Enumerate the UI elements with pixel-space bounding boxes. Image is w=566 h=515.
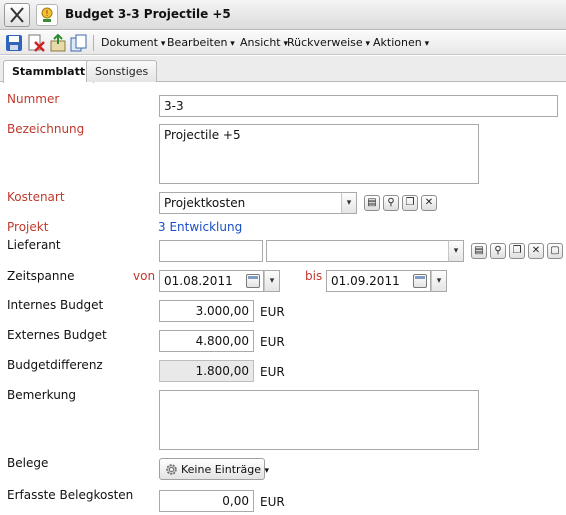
internes-budget-label: Internes Budget <box>7 298 104 312</box>
bezeichnung-textarea[interactable]: Projectile +5 <box>159 124 479 184</box>
budget-app-icon: ! <box>36 4 58 26</box>
title-bar: ! Budget 3-3 Projectile +5 <box>0 0 566 30</box>
menu-bearbeiten[interactable]: Bearbeiten <box>167 36 235 49</box>
open-record-icon[interactable]: ▤ <box>364 195 380 211</box>
bis-dropdown-button[interactable]: ▾ <box>431 270 447 292</box>
budgetdifferenz-field: 1.800,00 <box>159 360 254 382</box>
menu-ansicht[interactable]: Ansicht <box>240 36 288 49</box>
menu-dokument[interactable]: Dokument <box>101 36 165 49</box>
tab-sonstiges[interactable]: Sonstiges <box>86 60 158 82</box>
kostenart-select[interactable]: Projektkosten <box>159 192 342 214</box>
projekt-label: Projekt <box>7 220 49 234</box>
belege-button[interactable]: Keine Einträge <box>159 458 265 480</box>
toolbar: Dokument Bearbeiten Ansicht Rückverweise… <box>0 31 566 55</box>
externes-budget-input[interactable]: 4.800,00 <box>159 330 254 352</box>
erfasste-belegkosten-label: Erfasste Belegkosten <box>7 488 134 502</box>
close-icon <box>10 7 24 23</box>
lieferant-clear-icon[interactable]: ✕ <box>528 243 544 259</box>
internes-budget-input[interactable]: 3.000,00 <box>159 300 254 322</box>
erfasste-belegkosten-input[interactable]: 0,00 <box>159 490 254 512</box>
save-icon[interactable] <box>5 34 23 52</box>
projekt-link[interactable]: 3 Entwicklung <box>158 220 242 234</box>
externes-budget-unit: EUR <box>260 335 285 349</box>
lieferant-dropdown-button[interactable]: ▾ <box>448 240 464 262</box>
copy-record-icon[interactable]: ❐ <box>402 195 418 211</box>
lieferant-search-icon[interactable]: ⚲ <box>490 243 506 259</box>
lieferant-name-select[interactable] <box>266 240 449 262</box>
kostenart-label: Kostenart <box>7 190 65 204</box>
von-label: von <box>133 269 156 283</box>
search-icon[interactable]: ⚲ <box>383 195 399 211</box>
belege-label: Belege <box>7 456 49 470</box>
lieferant-number-input[interactable] <box>159 240 263 262</box>
tab-stammblatt[interactable]: Stammblatt <box>3 60 95 83</box>
kostenart-dropdown-button[interactable]: ▾ <box>341 192 357 214</box>
tab-bar: Stammblatt Sonstiges <box>0 56 566 83</box>
export-icon[interactable] <box>49 33 67 52</box>
von-dropdown-button[interactable]: ▾ <box>264 270 280 292</box>
von-calendar-icon[interactable] <box>246 274 260 288</box>
gear-icon <box>164 462 179 480</box>
budgetdifferenz-label: Budgetdifferenz <box>7 358 103 372</box>
externes-budget-label: Externes Budget <box>7 328 107 342</box>
close-button[interactable] <box>4 3 30 27</box>
lieferant-open-icon[interactable]: ▤ <box>471 243 487 259</box>
bezeichnung-label: Bezeichnung <box>7 122 85 136</box>
lieferant-new-icon[interactable]: ▢ <box>547 243 563 259</box>
menu-aktionen[interactable]: Aktionen <box>373 36 429 49</box>
window-title: Budget 3-3 Projectile +5 <box>65 7 231 21</box>
bis-label: bis <box>305 269 323 283</box>
zeitspanne-label: Zeitspanne <box>7 269 75 283</box>
bemerkung-textarea[interactable] <box>159 390 479 450</box>
internes-budget-unit: EUR <box>260 305 285 319</box>
svg-text:!: ! <box>45 9 48 18</box>
budgetdifferenz-unit: EUR <box>260 365 285 379</box>
clear-icon[interactable]: ✕ <box>421 195 437 211</box>
bemerkung-label: Bemerkung <box>7 388 77 402</box>
lieferant-copy-icon[interactable]: ❐ <box>509 243 525 259</box>
toolbar-separator <box>93 35 94 51</box>
copy-icon[interactable] <box>70 34 88 52</box>
nummer-input[interactable]: 3-3 <box>159 95 558 117</box>
menu-rueckverweise[interactable]: Rückverweise <box>287 36 370 49</box>
belege-button-label: Keine Einträge <box>181 463 262 476</box>
delete-icon[interactable] <box>27 34 45 52</box>
bis-calendar-icon[interactable] <box>413 274 427 288</box>
nummer-label: Nummer <box>7 92 60 106</box>
erfasste-belegkosten-unit: EUR <box>260 495 285 509</box>
lieferant-label: Lieferant <box>7 238 61 252</box>
